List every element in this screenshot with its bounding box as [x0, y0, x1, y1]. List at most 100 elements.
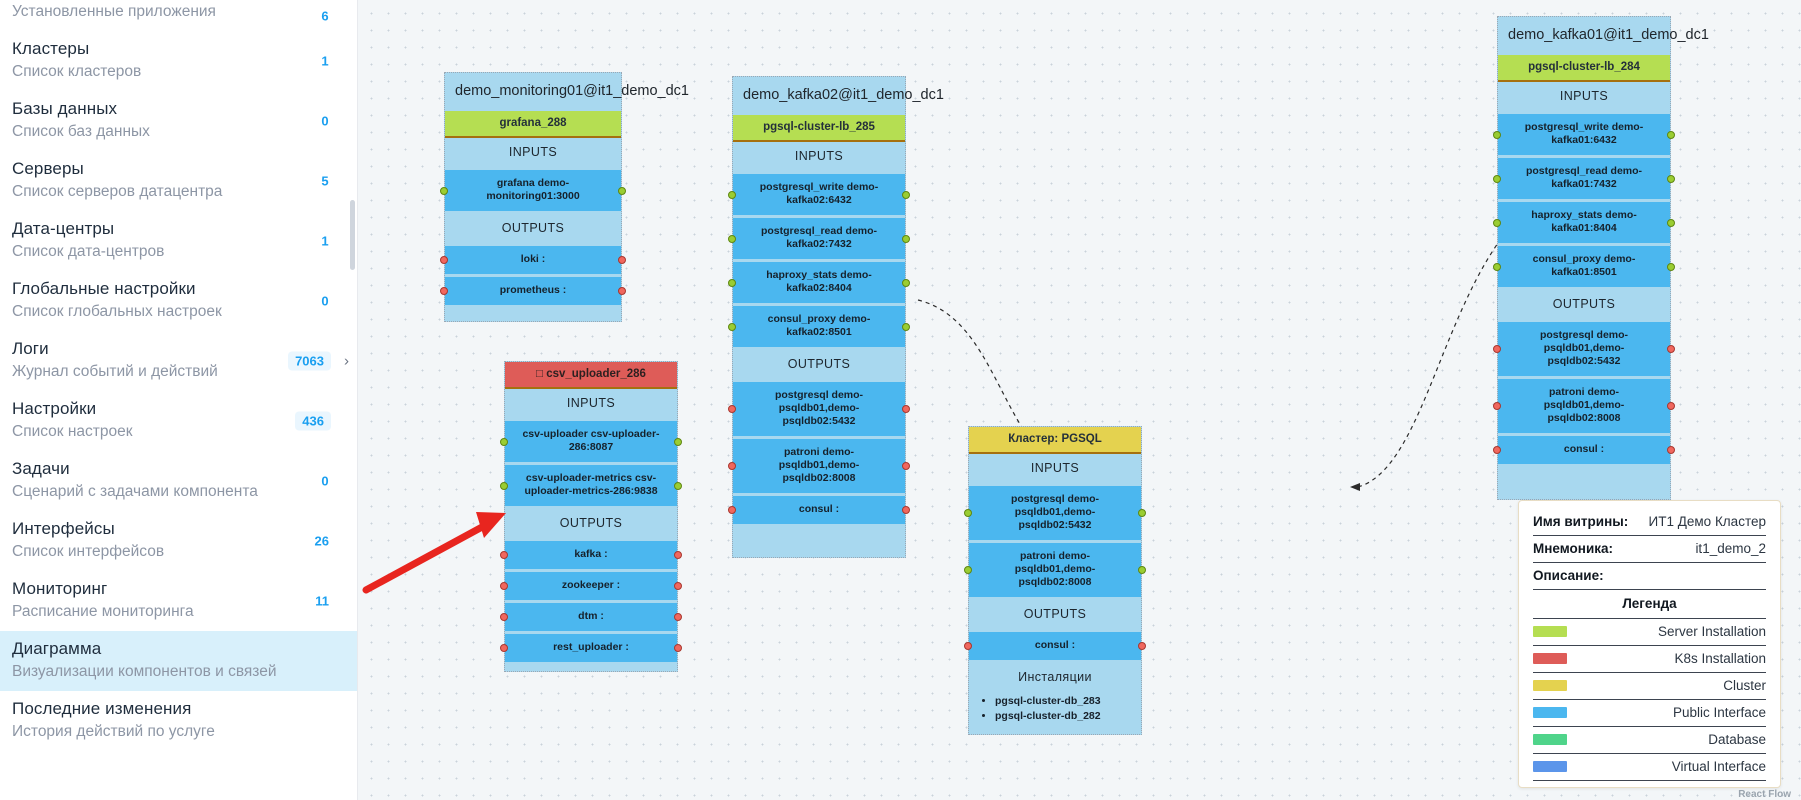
- node-output-port[interactable]: kafka :: [500, 541, 682, 569]
- port-dot-in-icon[interactable]: [1493, 130, 1501, 139]
- node-output-port[interactable]: consul :: [1493, 436, 1675, 464]
- node-kafka01[interactable]: demo_kafka01@it1_demo_dc1 pgsql-cluster-…: [1493, 16, 1709, 500]
- port-dot-out-icon[interactable]: [500, 613, 508, 621]
- port-dot-out-icon[interactable]: [500, 644, 508, 652]
- node-input-port[interactable]: postgresql_read demo-kafka01:7432: [1493, 158, 1675, 199]
- sidebar-item-clusters[interactable]: Кластеры Список кластеров 1: [0, 31, 357, 91]
- port-dot-out-icon[interactable]: [728, 462, 736, 470]
- port-dot-out-icon[interactable]: [1493, 402, 1501, 410]
- sidebar-item-servers[interactable]: Серверы Список серверов датацентра 5: [0, 151, 357, 211]
- port-dot-out-icon[interactable]: [902, 405, 910, 413]
- node-output-port[interactable]: patroni demo-psqldb01,demo-psqldb02:8008: [728, 439, 910, 493]
- sidebar-item-monitoring[interactable]: Мониторинг Расписание мониторинга 11: [0, 571, 357, 631]
- port-dot-out-icon[interactable]: [618, 287, 626, 295]
- node-output-port[interactable]: loki :: [440, 246, 626, 274]
- port-dot-out-icon[interactable]: [1667, 345, 1675, 353]
- port-dot-in-icon[interactable]: [1138, 566, 1146, 574]
- port-dot-out-icon[interactable]: [440, 287, 448, 295]
- port-dot-out-icon[interactable]: [1493, 345, 1501, 353]
- port-dot-out-icon[interactable]: [674, 551, 682, 559]
- port-dot-out-icon[interactable]: [964, 642, 972, 650]
- port-dot-out-icon[interactable]: [674, 644, 682, 652]
- node-input-port[interactable]: postgresql demo-psqldb01,demo-psqldb02:5…: [964, 486, 1146, 540]
- sidebar-item-interfaces[interactable]: Интерфейсы Список интерфейсов 26: [0, 511, 357, 571]
- port-dot-in-icon[interactable]: [964, 509, 972, 517]
- port-dot-in-icon[interactable]: [1493, 218, 1501, 227]
- diagram-canvas[interactable]: demo_monitoring01@it1_demo_dc1 grafana_2…: [358, 0, 1801, 800]
- node-output-port[interactable]: prometheus :: [440, 277, 626, 305]
- node-output-port[interactable]: dtm :: [500, 603, 682, 631]
- node-input-port[interactable]: csv-uploader-metrics csv-uploader-metric…: [500, 465, 682, 506]
- port-dot-in-icon[interactable]: [500, 437, 508, 446]
- port-dot-out-icon[interactable]: [1667, 402, 1675, 410]
- port-dot-in-icon[interactable]: [1493, 262, 1501, 271]
- port-dot-in-icon[interactable]: [1667, 218, 1675, 227]
- port-dot-out-icon[interactable]: [440, 256, 448, 264]
- port-dot-out-icon[interactable]: [1667, 446, 1675, 454]
- sidebar-scrollbar-track[interactable]: [349, 0, 355, 800]
- port-dot-out-icon[interactable]: [500, 582, 508, 590]
- node-input-port[interactable]: haproxy_stats demo-kafka02:8404: [728, 262, 910, 303]
- sidebar-item-tasks[interactable]: Задачи Сценарий с задачами компонента 0: [0, 451, 357, 511]
- node-input-port[interactable]: consul_proxy demo-kafka02:8501: [728, 306, 910, 347]
- port-dot-in-icon[interactable]: [1493, 174, 1501, 183]
- node-kafka02[interactable]: demo_kafka02@it1_demo_dc1 pgsql-cluster-…: [728, 76, 944, 558]
- sidebar-item-installed-apps[interactable]: Установленные приложения 6: [0, 1, 357, 31]
- port-dot-in-icon[interactable]: [674, 437, 682, 446]
- port-dot-out-icon[interactable]: [728, 405, 736, 413]
- sidebar-item-recent-changes[interactable]: Последние изменения История действий по …: [0, 691, 357, 751]
- port-dot-in-icon[interactable]: [964, 566, 972, 574]
- port-dot-in-icon[interactable]: [1138, 509, 1146, 517]
- node-output-port[interactable]: postgresql demo-psqldb01,demo-psqldb02:5…: [728, 382, 910, 436]
- node-input-port[interactable]: postgresql_write demo-kafka02:6432: [728, 174, 910, 215]
- sidebar-item-diagram[interactable]: Диаграмма Визуализации компонентов и свя…: [0, 631, 357, 691]
- port-dot-out-icon[interactable]: [1138, 642, 1146, 650]
- port-dot-out-icon[interactable]: [1493, 446, 1501, 454]
- node-output-port[interactable]: consul :: [728, 496, 910, 524]
- port-dot-out-icon[interactable]: [674, 582, 682, 590]
- node-pgsql-cluster[interactable]: Кластер: PGSQL INPUTS postgresql demo-ps…: [964, 426, 1146, 735]
- node-input-port[interactable]: grafana demo-monitoring01:3000: [440, 170, 626, 211]
- node-csv-uploader[interactable]: □ csv_uploader_286 INPUTS csv-uploader c…: [500, 361, 682, 672]
- port-dot-out-icon[interactable]: [902, 506, 910, 514]
- port-dot-out-icon[interactable]: [618, 256, 626, 264]
- port-dot-in-icon[interactable]: [902, 234, 910, 243]
- sidebar-item-settings[interactable]: Настройки Список настроек 436: [0, 391, 357, 451]
- node-output-port[interactable]: consul :: [964, 632, 1146, 660]
- sidebar-item-databases[interactable]: Базы данных Список баз данных 0: [0, 91, 357, 151]
- port-dot-out-icon[interactable]: [728, 506, 736, 514]
- reactflow-watermark[interactable]: React Flow: [1738, 789, 1791, 800]
- port-dot-in-icon[interactable]: [902, 190, 910, 199]
- node-output-port[interactable]: postgresql demo-psqldb01,demo-psqldb02:5…: [1493, 322, 1675, 376]
- port-dot-in-icon[interactable]: [728, 322, 736, 331]
- port-dot-out-icon[interactable]: [902, 462, 910, 470]
- port-dot-out-icon[interactable]: [674, 613, 682, 621]
- port-dot-in-icon[interactable]: [674, 481, 682, 490]
- node-input-port[interactable]: patroni demo-psqldb01,demo-psqldb02:8008: [964, 543, 1146, 597]
- sidebar-item-global-settings[interactable]: Глобальные настройки Список глобальных н…: [0, 271, 357, 331]
- port-dot-in-icon[interactable]: [500, 481, 508, 490]
- node-input-port[interactable]: postgresql_write demo-kafka01:6432: [1493, 114, 1675, 155]
- node-input-port[interactable]: consul_proxy demo-kafka01:8501: [1493, 246, 1675, 287]
- port-dot-in-icon[interactable]: [1667, 130, 1675, 139]
- port-dot-in-icon[interactable]: [618, 186, 626, 195]
- port-dot-in-icon[interactable]: [728, 234, 736, 243]
- port-dot-in-icon[interactable]: [902, 322, 910, 331]
- node-monitoring01[interactable]: demo_monitoring01@it1_demo_dc1 grafana_2…: [440, 72, 689, 322]
- sidebar-item-logs[interactable]: Логи Журнал событий и действий 7063 ›: [0, 331, 357, 391]
- port-dot-in-icon[interactable]: [902, 278, 910, 287]
- node-input-port[interactable]: haproxy_stats demo-kafka01:8404: [1493, 202, 1675, 243]
- node-output-port[interactable]: zookeeper :: [500, 572, 682, 600]
- sidebar-scrollbar-thumb[interactable]: [350, 200, 355, 270]
- node-input-port[interactable]: postgresql_read demo-kafka02:7432: [728, 218, 910, 259]
- port-dot-in-icon[interactable]: [728, 190, 736, 199]
- port-dot-in-icon[interactable]: [1667, 174, 1675, 183]
- node-output-port[interactable]: rest_uploader :: [500, 634, 682, 662]
- node-output-port[interactable]: patroni demo-psqldb01,demo-psqldb02:8008: [1493, 379, 1675, 433]
- port-dot-in-icon[interactable]: [1667, 262, 1675, 271]
- port-dot-in-icon[interactable]: [440, 186, 448, 195]
- port-dot-out-icon[interactable]: [500, 551, 508, 559]
- node-input-port[interactable]: csv-uploader csv-uploader-286:8087: [500, 421, 682, 462]
- port-dot-in-icon[interactable]: [728, 278, 736, 287]
- sidebar-item-datacenters[interactable]: Дата-центры Список дата-центров 1: [0, 211, 357, 271]
